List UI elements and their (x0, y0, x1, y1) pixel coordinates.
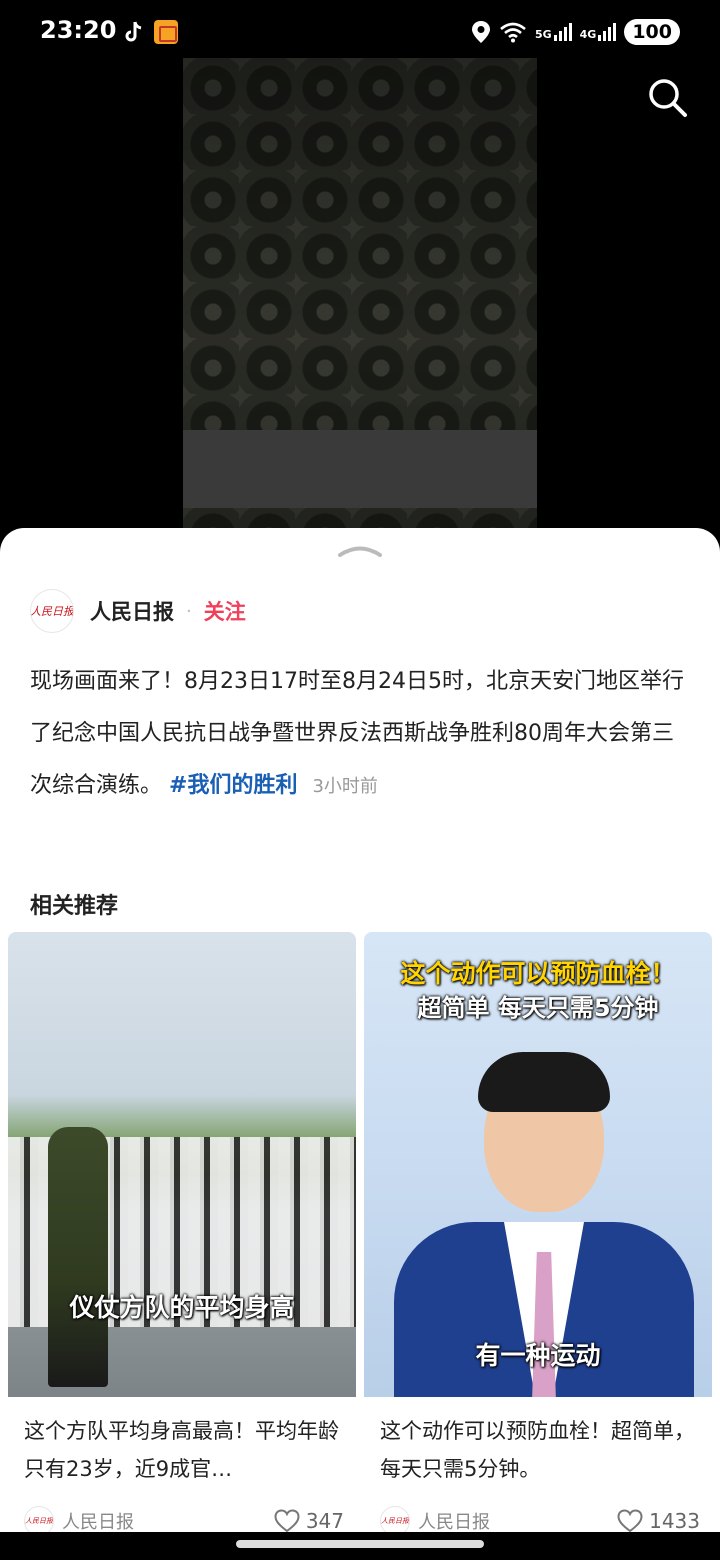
hashtag-link[interactable]: #我们的胜利 (169, 773, 297, 798)
thumbnail-headline: 这个动作可以预防血栓！ (400, 959, 676, 988)
separator-dot: · (186, 600, 192, 622)
heart-icon (274, 1509, 300, 1533)
follow-button[interactable]: 关注 (204, 596, 246, 626)
cell-signal-icon (553, 23, 572, 41)
video-frame[interactable] (183, 58, 537, 528)
thumbnail-subheadline: 超简单 每天只需5分钟 (417, 994, 659, 1022)
thumbnail-caption: 有一种运动 (475, 1341, 601, 1370)
card-thumbnail[interactable]: 这个动作可以预防血栓！ 超简单 每天只需5分钟 有一种运动 (364, 932, 712, 1397)
system-nav-bar (0, 1532, 720, 1560)
cell-signal-4g: 4G (580, 23, 617, 41)
card-author: 人民日报 (62, 1512, 134, 1533)
like-button[interactable]: 347 (274, 1509, 344, 1533)
cell-signal-5g: 5G (535, 23, 572, 41)
search-icon[interactable] (646, 76, 690, 120)
related-card[interactable]: 仪仗方队的平均身高 这个方队平均身高最高！平均年龄只有23岁，近9成官… 人民日… (8, 932, 356, 1536)
thumbnail-art (478, 1052, 610, 1112)
card-title[interactable]: 这个动作可以预防血栓！超简单，每天只需5分钟。 (380, 1412, 698, 1488)
location-icon (471, 21, 490, 43)
status-bar: 23:20 5G 4G 100 (0, 0, 720, 58)
post-time: 3小时前 (312, 776, 378, 797)
video-player[interactable] (0, 58, 720, 538)
chevron-up-icon[interactable] (337, 542, 383, 558)
video-blurred-caption (183, 430, 537, 508)
post-description: 现场画面来了！8月23日17时至8月24日5时，北京天安门地区举行了纪念中国人民… (30, 656, 692, 813)
like-count: 347 (305, 1509, 344, 1533)
like-count: 1433 (649, 1509, 700, 1533)
card-title[interactable]: 这个方队平均身高最高！平均年龄只有23岁，近9成官… (24, 1412, 342, 1488)
network-label-4g: 4G (579, 28, 597, 41)
thumbnail-caption: 仪仗方队的平均身高 (69, 1293, 295, 1322)
avatar[interactable]: 人民日报 (30, 589, 74, 633)
peoples-daily-logo: 人民日报 (25, 1517, 53, 1525)
status-time: 23:20 (40, 16, 117, 44)
peoples-daily-logo: 人民日报 (381, 1517, 409, 1525)
related-section-title: 相关推荐 (30, 894, 119, 919)
status-indicators: 5G 4G 100 (471, 18, 680, 46)
heart-icon (617, 1509, 643, 1533)
home-gesture-bar[interactable] (236, 1540, 484, 1548)
card-author: 人民日报 (418, 1512, 490, 1533)
card-thumbnail[interactable]: 仪仗方队的平均身高 (8, 932, 356, 1397)
wifi-icon (500, 22, 526, 43)
detail-sheet: 人民日报 人民日报 · 关注 现场画面来了！8月23日17时至8月24日5时，北… (0, 528, 720, 1536)
network-label-5g: 5G (534, 28, 552, 41)
cell-signal-icon (598, 23, 617, 41)
tiktok-icon (125, 21, 142, 42)
battery-icon: 100 (624, 19, 680, 45)
notification-app-icon (154, 20, 178, 44)
author-row: 人民日报 人民日报 · 关注 (30, 588, 246, 634)
like-button[interactable]: 1433 (617, 1509, 700, 1533)
author-name[interactable]: 人民日报 (90, 596, 174, 626)
related-card[interactable]: 这个动作可以预防血栓！ 超简单 每天只需5分钟 有一种运动 这个动作可以预防血栓… (364, 932, 712, 1536)
thumbnail-art (48, 1127, 108, 1387)
peoples-daily-logo: 人民日报 (30, 605, 74, 618)
